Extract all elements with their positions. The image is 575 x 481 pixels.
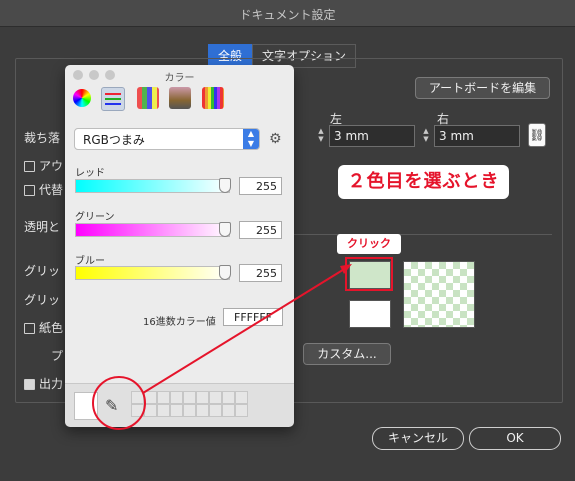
swatch-highlight-box bbox=[345, 257, 393, 291]
annotation-arrow-line bbox=[142, 267, 347, 394]
annotation-overlay bbox=[92, 257, 393, 430]
eyedropper-highlight-circle bbox=[92, 376, 146, 430]
